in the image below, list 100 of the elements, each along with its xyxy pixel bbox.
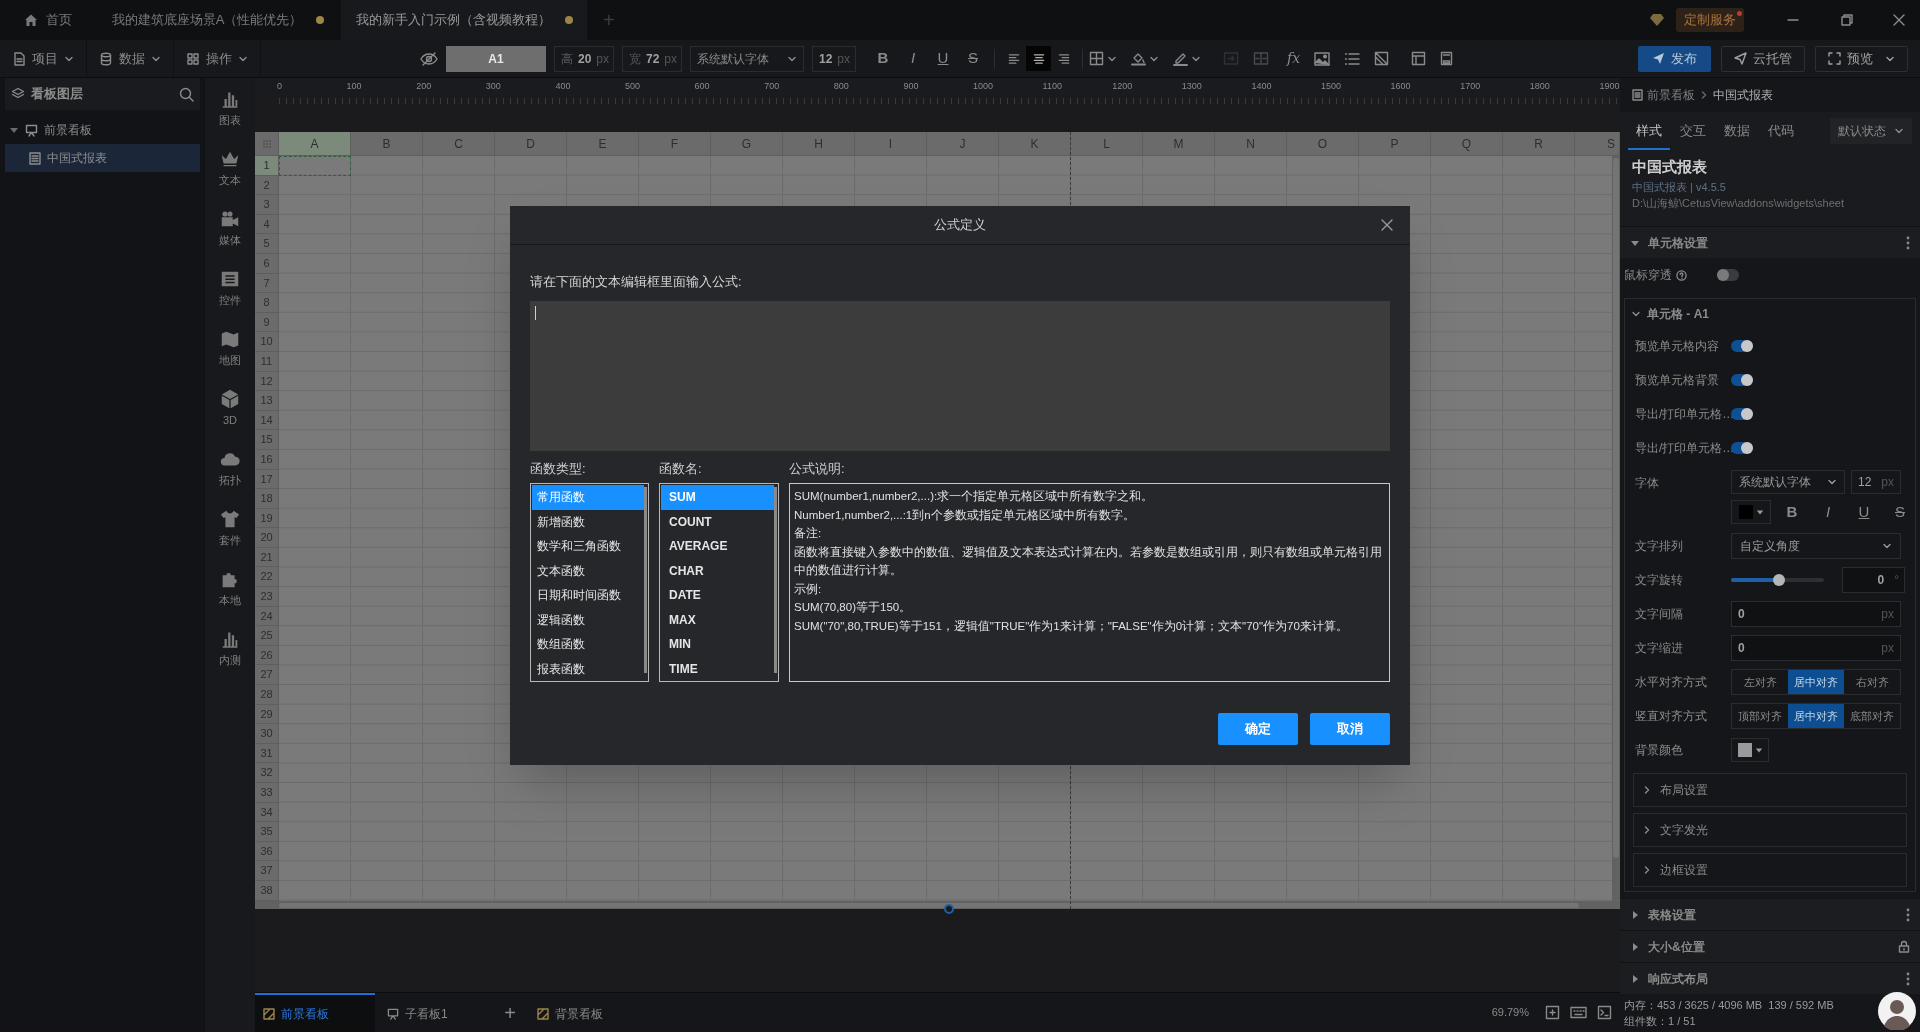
list-item[interactable]: MIN [661,632,774,657]
lock-icon[interactable] [1898,940,1910,953]
row-header[interactable]: 3 [255,195,278,215]
component-button[interactable]: 本地 [205,558,255,618]
tab[interactable]: 首页 [0,0,95,40]
row-header[interactable]: 10 [255,332,278,352]
number-field[interactable]: 0 px [1731,601,1901,627]
row-header[interactable]: 33 [255,783,278,803]
row-header[interactable]: 32 [255,763,278,783]
column-header[interactable]: G [711,132,783,155]
close-icon[interactable] [1380,218,1394,232]
toggle-switch[interactable] [1731,442,1753,454]
fit-screen-icon[interactable] [1545,1005,1560,1020]
menu-button[interactable]: 数据 [87,40,173,77]
subgroup-header[interactable]: 布局设置 [1633,773,1907,807]
terminal-icon[interactable] [1597,1005,1612,1020]
color-picker[interactable] [1731,738,1769,762]
border-icon[interactable] [1089,51,1104,66]
tab[interactable]: 我的建筑底座场景A（性能优先） [95,0,341,40]
list-item[interactable]: 数学和三角函数 [532,534,644,559]
row-header[interactable]: 12 [255,371,278,392]
segment-option[interactable]: 居中对齐 [1788,670,1844,694]
more-icon[interactable] [1906,235,1910,250]
row-header[interactable]: 16 [255,449,278,470]
service-badge[interactable]: 定制服务 [1676,8,1744,32]
list-item[interactable]: COUNT [661,509,774,534]
caret-right-icon[interactable] [1630,941,1640,952]
segment-option[interactable]: 顶部对齐 [1732,704,1788,728]
row-header[interactable]: 13 [255,391,278,411]
breadcrumb-item[interactable]: 前景看板 [1647,86,1695,104]
paint-bucket-icon[interactable] [1131,51,1146,66]
color-picker[interactable] [1731,500,1771,524]
row-header[interactable]: 24 [255,606,278,627]
panel-tab[interactable]: 代码 [1760,114,1802,150]
component-button[interactable]: 套件 [205,498,255,558]
list-item[interactable]: 日期和时间函数 [532,583,644,608]
row-header[interactable]: 23 [255,587,278,607]
row-header[interactable]: 4 [255,214,278,235]
row-header[interactable]: 34 [255,802,278,823]
formula-input[interactable] [530,301,1390,451]
width-field[interactable]: 宽 72 px [622,45,682,72]
caret-right-icon[interactable] [1630,909,1640,920]
column-header[interactable]: O [1287,132,1359,155]
vertical-scrollbar[interactable] [1612,156,1620,901]
height-field[interactable]: 高 20 px [554,45,614,72]
slider-thumb[interactable] [1773,574,1786,586]
row-header[interactable]: 21 [255,547,278,568]
section-header[interactable]: 表格设置 [1620,898,1920,930]
dialog-button[interactable]: 确定 [1218,713,1298,745]
list-item[interactable]: 新增函数 [532,509,644,534]
text-style-button[interactable]: S [1885,500,1915,524]
align-button[interactable] [1026,46,1051,71]
column-header[interactable]: E [567,132,639,155]
row-header[interactable]: 29 [255,704,278,725]
component-button[interactable]: 控件 [205,258,255,318]
row-header[interactable]: 20 [255,528,278,548]
text-style-button[interactable]: I [898,46,928,71]
row-header[interactable]: 25 [255,626,278,646]
toggle-switch[interactable] [1731,408,1753,420]
row-header[interactable]: 14 [255,410,278,431]
row-header[interactable]: 18 [255,489,278,509]
list-item[interactable]: 常用函数 [532,485,644,510]
component-button[interactable]: 内测 [205,618,255,678]
row-header[interactable]: 1 [255,156,278,176]
row-header[interactable]: 28 [255,685,278,705]
list-item[interactable]: AVERAGE [661,534,774,559]
panel-tab[interactable]: 数据 [1716,114,1758,150]
merge-cells-icon[interactable] [1223,51,1239,66]
cell-reference-field[interactable]: A1 [446,45,546,72]
column-header[interactable]: Q [1431,132,1503,155]
column-header[interactable]: K [999,132,1071,155]
segment-option[interactable]: 底部对齐 [1844,704,1900,728]
column-header[interactable]: B [351,132,423,155]
row-header[interactable]: 22 [255,567,278,588]
segment-option[interactable]: 右对齐 [1844,670,1900,694]
text-style-button[interactable]: U [928,46,958,71]
segment-option[interactable]: 左对齐 [1732,670,1788,694]
text-style-button[interactable]: I [1813,500,1843,524]
component-button[interactable]: 媒体 [205,198,255,258]
font-size-field[interactable]: 12 px [812,45,856,72]
more-icon[interactable] [1906,907,1910,922]
row-header[interactable]: 15 [255,430,278,450]
text-style-button[interactable]: B [868,46,898,71]
list-item[interactable]: 数组函数 [532,632,644,657]
list-item[interactable]: MAX [661,607,774,632]
component-button[interactable]: 图表 [205,78,255,138]
split-cells-icon[interactable] [1253,51,1269,66]
toggle-switch[interactable] [1731,340,1753,352]
action-button[interactable]: 云托管 [1721,45,1805,72]
column-header[interactable]: N [1215,132,1287,155]
row-header[interactable]: 38 [255,880,278,901]
group-header[interactable]: 单元格 - A1 [1625,299,1915,329]
row-header[interactable]: 7 [255,273,278,294]
list-item[interactable]: 报表函数 [532,656,644,681]
restore-icon[interactable] [1840,13,1854,27]
action-button[interactable]: 预览 [1815,45,1908,72]
subgroup-header[interactable]: 文字发光 [1633,813,1907,847]
row-header[interactable]: 30 [255,724,278,744]
row-header[interactable]: 17 [255,469,278,490]
column-header[interactable]: H [783,132,855,155]
